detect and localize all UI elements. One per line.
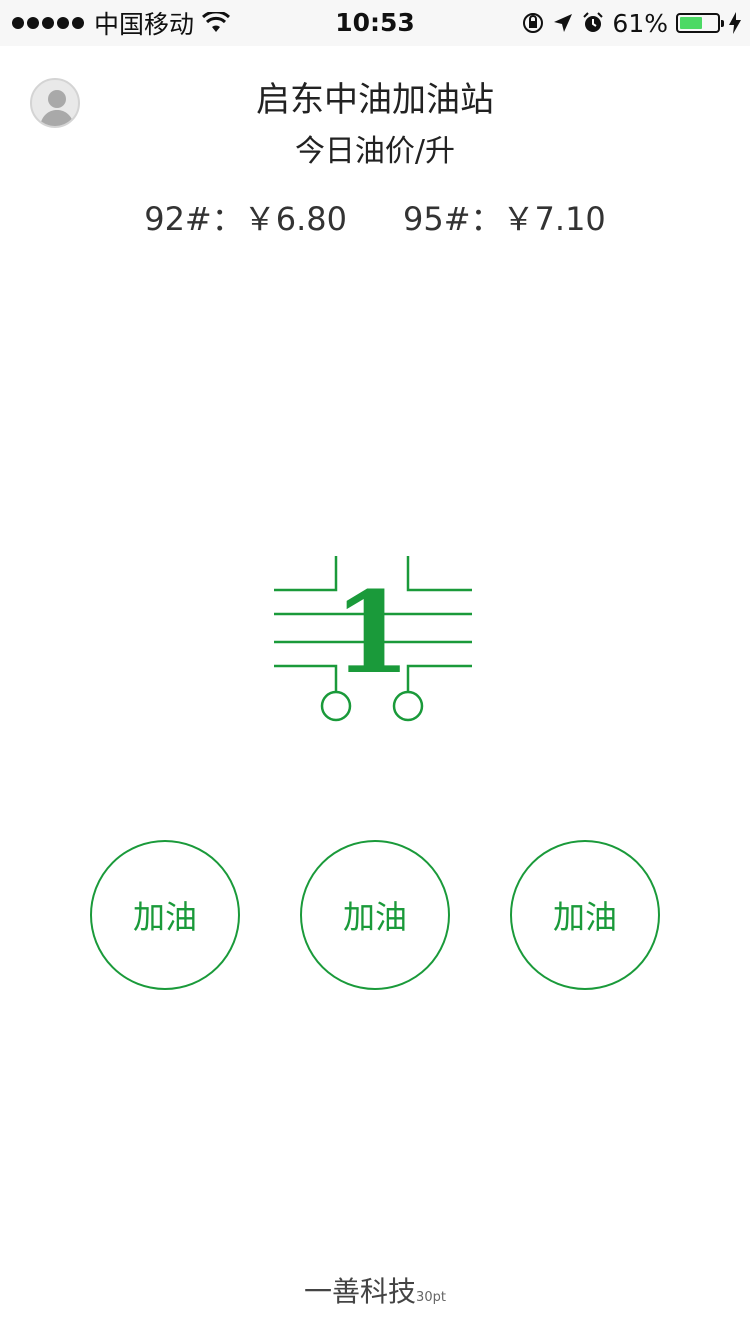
logo-digit: 1: [333, 568, 411, 699]
price-title: 今日油价/升: [294, 134, 456, 169]
refuel-button-3[interactable]: 加油: [510, 840, 660, 990]
station-name: 启东中油加油站: [256, 80, 494, 120]
battery-level-fill: [680, 17, 702, 29]
refuel-button-2[interactable]: 加油: [300, 840, 450, 990]
price-list: 92#：￥6.80 95#：￥7.10: [0, 198, 750, 240]
charging-bolt-icon: [729, 12, 741, 34]
station-logo-icon: 1: [274, 556, 472, 722]
battery-percent: 61%: [612, 8, 668, 38]
footer: 一善科技30pt: [0, 1270, 750, 1310]
refuel-buttons: 加油 加油 加油: [0, 840, 750, 990]
screen: 中国移动 10:53 61% 启东中油加油站 今日油价/升 92#：￥6.80 …: [0, 0, 750, 1334]
footer-note: 30pt: [416, 1290, 446, 1305]
orientation-lock-icon: [523, 13, 544, 33]
footer-brand: 一善科技: [304, 1275, 417, 1308]
price-95: 95#：￥7.10: [403, 200, 606, 238]
battery-icon: [676, 13, 724, 33]
location-arrow-icon: [554, 14, 573, 32]
price-92: 92#：￥6.80: [144, 200, 347, 238]
refuel-button-1[interactable]: 加油: [90, 840, 240, 990]
status-bar: 中国移动 10:53 61%: [0, 0, 750, 46]
status-right: 61%: [522, 0, 742, 46]
alarm-icon: [583, 12, 604, 32]
